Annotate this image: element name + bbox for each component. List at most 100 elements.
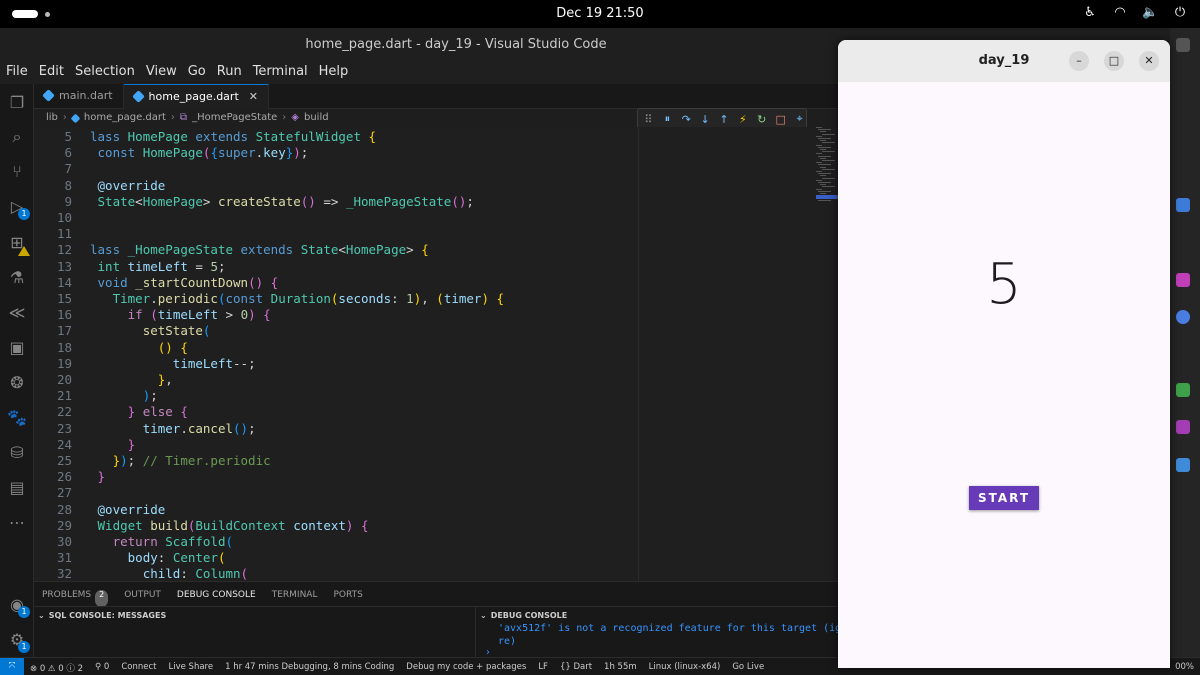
line-number[interactable]: 15	[34, 291, 72, 306]
power-icon[interactable]: ⏻	[1172, 5, 1188, 20]
code-line[interactable]: 13 int timeLeft = 5;	[34, 259, 638, 275]
line-number[interactable]: 7	[34, 161, 72, 176]
restart-icon[interactable]: ↻	[755, 113, 768, 126]
tab-terminal[interactable]: TERMINAL	[264, 582, 326, 607]
code-line[interactable]: 11	[34, 226, 638, 242]
code-text[interactable]: lass HomePage extends StatefulWidget {	[90, 129, 376, 144]
code-text[interactable]: }	[90, 437, 136, 452]
code-line[interactable]: 14 void _startCountDown() {	[34, 275, 638, 291]
line-number[interactable]: 18	[34, 340, 72, 355]
code-text[interactable]: setState(	[90, 323, 211, 338]
code-text[interactable]: int timeLeft = 5;	[90, 259, 226, 274]
close-tab-icon[interactable]: ✕	[249, 90, 258, 109]
app-icon[interactable]	[1176, 383, 1190, 397]
code-line[interactable]: 26 }	[34, 469, 638, 485]
line-number[interactable]: 22	[34, 404, 72, 419]
status-device[interactable]: Linux (linux-x64)	[643, 658, 727, 675]
sql-console-header[interactable]: ⌄ SQL CONSOLE: MESSAGES	[34, 607, 475, 620]
code-text[interactable]: Widget build(BuildContext context) {	[90, 518, 369, 533]
remote-icon[interactable]: ⤧	[0, 658, 24, 675]
line-number[interactable]: 12	[34, 242, 72, 257]
status-problems[interactable]: ⊗ 0 ⚠ 0 ⓘ 2	[24, 658, 89, 675]
code-line[interactable]: 19 timeLeft--;	[34, 356, 638, 372]
wifi-icon[interactable]: ◠	[1112, 5, 1128, 20]
menu-help[interactable]: Help	[313, 60, 354, 84]
code-line[interactable]: 21 );	[34, 388, 638, 404]
menu-selection[interactable]: Selection	[69, 60, 140, 84]
system-clock[interactable]: Dec 19 21:50	[0, 6, 1200, 21]
maximize-icon[interactable]: □	[1104, 51, 1124, 71]
code-text[interactable]: timeLeft--;	[90, 356, 256, 371]
line-number[interactable]: 32	[34, 566, 72, 581]
code-line[interactable]: 20 },	[34, 372, 638, 388]
code-line[interactable]: 23 timer.cancel();	[34, 421, 638, 437]
line-number[interactable]: 20	[34, 372, 72, 387]
status-live-share[interactable]: Live Share	[162, 658, 219, 675]
code-text[interactable]: },	[90, 372, 173, 387]
flutter-icon[interactable]: ≪	[6, 302, 28, 324]
breadcrumb-folder[interactable]: lib	[46, 112, 58, 127]
minimize-icon[interactable]: –	[1069, 51, 1089, 71]
editor-split-pane[interactable]	[638, 127, 838, 581]
code-text[interactable]: State<HomePage> createState() => _HomePa…	[90, 194, 474, 209]
line-number[interactable]: 9	[34, 194, 72, 209]
line-number[interactable]: 21	[34, 388, 72, 403]
menu-view[interactable]: View	[140, 60, 182, 84]
status-ports[interactable]: ⚲ 0	[89, 658, 115, 675]
code-text[interactable]: return Scaffold(	[90, 534, 233, 549]
figma-icon[interactable]: ❂	[6, 372, 28, 394]
code-text[interactable]: );	[90, 388, 158, 403]
breadcrumb-class[interactable]: _HomePageState	[192, 112, 277, 127]
line-number[interactable]: 27	[34, 485, 72, 500]
minimap[interactable]	[814, 125, 838, 215]
tab-main-dart[interactable]: main.dart	[34, 84, 124, 109]
code-line[interactable]: 25 }); // Timer.periodic	[34, 453, 638, 469]
stop-icon[interactable]: □	[774, 113, 787, 126]
settings-gear-icon[interactable]: ⚙ 1	[6, 629, 30, 653]
tab-problems[interactable]: PROBLEMS 2	[34, 582, 116, 607]
line-number[interactable]: 17	[34, 323, 72, 338]
inspect-widget-icon[interactable]: ⌖	[793, 112, 806, 126]
menu-file[interactable]: File	[0, 60, 33, 84]
menu-terminal[interactable]: Terminal	[247, 60, 313, 84]
code-line[interactable]: 5 lass HomePage extends StatefulWidget {	[34, 129, 638, 145]
status-language[interactable]: {} Dart	[554, 658, 598, 675]
tab-ports[interactable]: PORTS	[325, 582, 370, 607]
tab-debug-console[interactable]: DEBUG CONSOLE	[168, 582, 264, 607]
system-tray[interactable]: ♿ ◠ 🔈 ⏻	[1082, 5, 1188, 20]
line-number[interactable]: 8	[34, 178, 72, 193]
code-line[interactable]: 16 if (timeLeft > 0) {	[34, 307, 638, 323]
code-editor[interactable]: 5 lass HomePage extends StatefulWidget {6…	[34, 127, 638, 581]
code-line[interactable]: 15 Timer.periodic(const Duration(seconds…	[34, 291, 638, 307]
code-text[interactable]: lass _HomePageState extends State<HomePa…	[90, 242, 429, 257]
code-text[interactable]: void _startCountDown() {	[90, 275, 279, 290]
line-number[interactable]: 10	[34, 210, 72, 225]
code-text[interactable]: }	[90, 469, 106, 484]
code-text[interactable]: Timer.periodic(const Duration(seconds: 1…	[90, 291, 504, 306]
code-line[interactable]: 17 setState(	[34, 323, 638, 339]
step-over-icon[interactable]: ↷	[680, 113, 693, 126]
app-icon[interactable]	[1176, 420, 1190, 434]
paw-icon[interactable]: 🐾	[6, 407, 28, 429]
line-number[interactable]: 31	[34, 550, 72, 565]
code-text[interactable]: timer.cancel();	[90, 421, 256, 436]
source-control-icon[interactable]: ⑂	[6, 161, 28, 183]
code-line[interactable]: 9 State<HomePage> createState() => _Home…	[34, 194, 638, 210]
code-line[interactable]: 8 @override	[34, 178, 638, 194]
code-text[interactable]: @override	[90, 502, 166, 517]
breadcrumb-method[interactable]: build	[304, 112, 329, 127]
code-line[interactable]: 10	[34, 210, 638, 226]
code-line[interactable]: 28 @override	[34, 502, 638, 518]
search-icon[interactable]: ⌕	[6, 126, 28, 148]
database-icon[interactable]: ⛁	[6, 442, 28, 464]
step-into-icon[interactable]: ↓	[699, 113, 712, 126]
app-icon[interactable]	[1176, 198, 1190, 212]
close-icon[interactable]: ✕	[1139, 51, 1159, 71]
code-text[interactable]: child: Column(	[90, 566, 248, 581]
code-line[interactable]: 31 body: Center(	[34, 550, 638, 566]
app-icon[interactable]	[1176, 310, 1190, 324]
start-button[interactable]: START	[969, 486, 1039, 510]
line-number[interactable]: 13	[34, 259, 72, 274]
code-text[interactable]: const HomePage({super.key});	[90, 145, 309, 160]
code-text[interactable]: @override	[90, 178, 166, 193]
